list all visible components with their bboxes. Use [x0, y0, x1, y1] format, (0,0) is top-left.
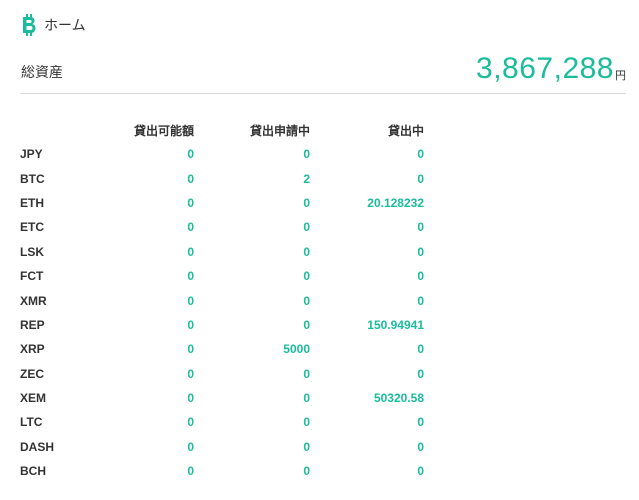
currency-symbol: ETC	[20, 220, 44, 235]
available-amount: 0	[187, 220, 194, 235]
pending-amount: 0	[303, 220, 310, 235]
table-row: ETH 0 0 20.128232	[20, 191, 424, 215]
pending-amount: 5000	[283, 342, 310, 357]
lent-amount: 0	[417, 342, 424, 357]
lent-amount: 0	[417, 415, 424, 430]
currency-symbol: ZEC	[20, 366, 44, 381]
lent-amount: 0	[417, 147, 424, 162]
lent-amount: 0	[417, 244, 424, 259]
available-amount: 0	[187, 391, 194, 406]
pending-amount: 0	[303, 195, 310, 210]
pending-amount: 0	[303, 439, 310, 454]
table-row: FCT 0 0 0	[20, 264, 424, 288]
lent-amount: 20.128232	[367, 195, 424, 210]
bitcoin-icon[interactable]	[22, 14, 36, 36]
pending-amount: 0	[303, 269, 310, 284]
table-row: REP 0 0 150.94941	[20, 313, 424, 337]
currency-symbol: LTC	[20, 415, 43, 430]
lent-amount: 150.94941	[367, 317, 424, 332]
lent-amount: 0	[417, 171, 424, 186]
page-header: ホーム	[22, 12, 86, 38]
table-row: DASH 0 0 0	[20, 435, 424, 459]
currency-symbol: DASH	[20, 439, 55, 454]
available-amount: 0	[187, 464, 194, 479]
table-header-row: 貸出可能額 貸出申請中 貸出中	[20, 118, 424, 142]
currency-symbol: JPY	[20, 147, 43, 162]
column-header-lent: 貸出中	[387, 123, 424, 138]
currency-symbol: XRP	[20, 342, 45, 357]
table-row: BCH 0 0 0	[20, 459, 424, 483]
currency-symbol: BTC	[20, 171, 45, 186]
available-amount: 0	[187, 195, 194, 210]
pending-amount: 2	[303, 171, 310, 186]
lent-amount: 0	[417, 293, 424, 308]
available-amount: 0	[187, 317, 194, 332]
available-amount: 0	[187, 293, 194, 308]
currency-symbol: XEM	[20, 391, 47, 406]
table-row: XRP 0 5000 0	[20, 337, 424, 361]
available-amount: 0	[187, 342, 194, 357]
currency-symbol: XMR	[20, 293, 47, 308]
column-header-pending: 貸出申請中	[249, 123, 310, 138]
pending-amount: 0	[303, 391, 310, 406]
currency-symbol: FCT	[20, 269, 44, 284]
available-amount: 0	[187, 415, 194, 430]
lent-amount: 0	[417, 464, 424, 479]
table-row: BTC 0 2 0	[20, 166, 424, 190]
table-row: ZEC 0 0 0	[20, 362, 424, 386]
available-amount: 0	[187, 147, 194, 162]
pending-amount: 0	[303, 366, 310, 381]
lent-amount: 50320.58	[373, 391, 424, 406]
available-amount: 0	[187, 244, 194, 259]
lending-balance-table: 貸出可能額 貸出申請中 貸出中 JPY 0 0 0 BTC 0 2 0 ETH 0 0 20.1282…	[20, 118, 424, 483]
pending-amount: 0	[303, 147, 310, 162]
available-amount: 0	[187, 171, 194, 186]
pending-amount: 0	[303, 415, 310, 430]
pending-amount: 0	[303, 293, 310, 308]
pending-amount: 0	[303, 244, 310, 259]
currency-unit: 円	[615, 70, 626, 82]
table-row: XEM 0 0 50320.58	[20, 386, 424, 410]
table-row: XMR 0 0 0	[20, 288, 424, 312]
pending-amount: 0	[303, 464, 310, 479]
lent-amount: 0	[417, 366, 424, 381]
available-amount: 0	[187, 269, 194, 284]
table-row: LTC 0 0 0	[20, 410, 424, 434]
lent-amount: 0	[417, 269, 424, 284]
lent-amount: 0	[417, 220, 424, 235]
column-header-available: 貸出可能額	[133, 123, 194, 138]
currency-symbol: LSK	[20, 244, 44, 259]
available-amount: 0	[187, 439, 194, 454]
divider	[20, 93, 626, 94]
total-assets-label: 総資産	[21, 64, 63, 80]
total-assets-amount: 3,867,288	[476, 52, 614, 85]
currency-symbol: REP	[20, 317, 45, 332]
table-row: LSK 0 0 0	[20, 240, 424, 264]
currency-symbol: BCH	[20, 464, 46, 479]
lent-amount: 0	[417, 439, 424, 454]
page-title: ホーム	[44, 17, 86, 33]
pending-amount: 0	[303, 317, 310, 332]
column-header-symbol	[20, 118, 80, 142]
available-amount: 0	[187, 366, 194, 381]
table-row: ETC 0 0 0	[20, 215, 424, 239]
table-row: JPY 0 0 0	[20, 142, 424, 166]
total-assets-section: 総資産 3,867,288 円	[21, 52, 626, 94]
currency-symbol: ETH	[20, 195, 44, 210]
